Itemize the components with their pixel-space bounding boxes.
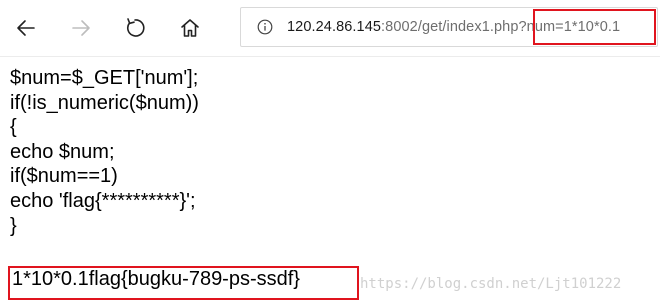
flag-output: 1*10*0.1flag{bugku-789-ps-ssdf} — [12, 268, 300, 290]
code-line: echo 'flag{**********}'; — [10, 189, 196, 212]
back-button[interactable] — [8, 10, 44, 46]
watermark: https://blog.csdn.net/Ljt101222 — [360, 276, 622, 292]
code-line: if($num==1) — [10, 165, 118, 188]
url-path: :8002/get/index1.php — [381, 19, 519, 35]
home-icon — [181, 19, 199, 37]
code-line: { — [10, 116, 17, 139]
url-host: 120.24.86.145 — [287, 19, 382, 35]
code-line: if(!is_numeric($num)) — [10, 91, 199, 114]
info-icon[interactable] — [257, 19, 273, 35]
toolbar-divider — [0, 56, 660, 57]
forward-button[interactable] — [63, 10, 99, 46]
php-source-code: $num=$_GET['num']; if(!is_numeric($num))… — [10, 66, 199, 238]
refresh-icon — [127, 18, 145, 37]
browser-toolbar: 120.24.86.145:8002/get/index1.php?num=1*… — [0, 0, 660, 56]
address-bar[interactable]: 120.24.86.145:8002/get/index1.php?num=1*… — [240, 7, 658, 47]
url-query: ?num=1*10*0.1 — [518, 19, 621, 35]
arrow-right-icon — [72, 20, 90, 36]
code-line: $num=$_GET['num']; — [10, 67, 199, 89]
arrow-left-icon — [17, 20, 35, 36]
code-line: } — [10, 214, 17, 237]
home-button[interactable] — [172, 10, 208, 46]
refresh-button[interactable] — [117, 10, 153, 46]
url-text[interactable]: 120.24.86.145:8002/get/index1.php?num=1*… — [287, 8, 620, 46]
code-line: echo $num; — [10, 140, 115, 163]
